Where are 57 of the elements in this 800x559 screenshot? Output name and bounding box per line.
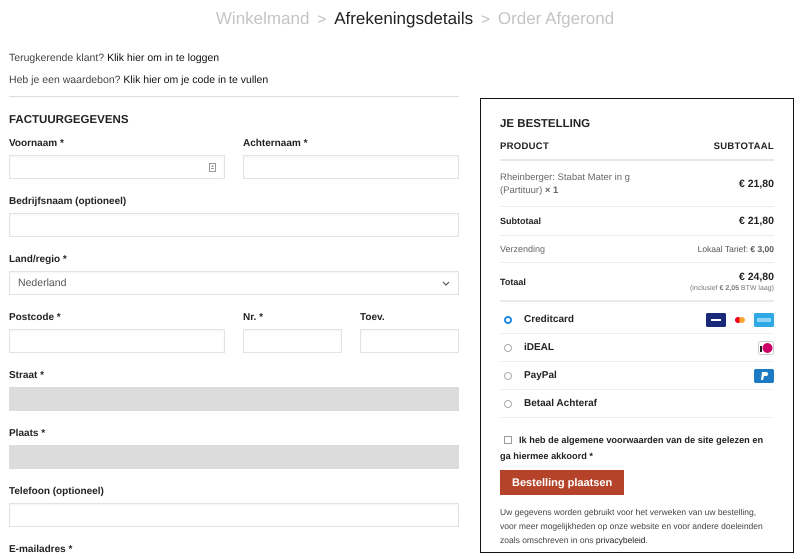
payment-method[interactable]: iDEAL xyxy=(524,342,554,353)
column-header: PRODUCT xyxy=(500,141,550,152)
input-field[interactable] xyxy=(9,503,459,527)
section-heading: FACTUURGEGEVENS xyxy=(9,114,130,126)
field-label: Telefoon (optioneel) xyxy=(9,486,104,497)
notice-text: Heb je een waardebon? Klik hier om je code in te vullen xyxy=(9,74,270,87)
total-label: Verzending xyxy=(500,244,546,254)
place-order-button[interactable]: Bestelling plaatsen xyxy=(500,470,624,495)
radio-button[interactable] xyxy=(504,316,512,324)
radio-button[interactable] xyxy=(504,344,512,352)
total-value: Lokaal Tarief: € 3,00 xyxy=(698,244,774,254)
payment-method[interactable]: Betaal Achteraf xyxy=(524,398,597,409)
checkbox[interactable] xyxy=(504,436,512,444)
step-separator: > xyxy=(481,10,490,28)
payment-method[interactable]: PayPal xyxy=(524,370,557,381)
field-label: Postcode * xyxy=(9,312,61,323)
notice-link[interactable]: Klik hier om je code in te vullen xyxy=(123,74,268,86)
paypal-icon xyxy=(754,368,774,382)
field-label: E-mailadres * xyxy=(9,544,72,555)
total-value: € 24,80 xyxy=(738,271,774,283)
notice-link[interactable]: Klik hier om in te loggen xyxy=(107,52,220,64)
terms-label[interactable]: Ik heb de algemene voorwaarden van de site gelezen en ga hiermee akkoord * xyxy=(500,432,774,464)
field-label: Nr. * xyxy=(243,312,264,323)
input-field[interactable] xyxy=(9,213,459,237)
field-label: Bedrijfsnaam (optioneel) xyxy=(9,196,126,207)
radio-button[interactable] xyxy=(504,372,512,380)
radio-button[interactable] xyxy=(504,400,512,408)
ideal-icon xyxy=(758,340,774,354)
input-field[interactable] xyxy=(243,155,459,179)
input-field[interactable] xyxy=(9,155,225,179)
total-label: Totaal xyxy=(500,276,526,286)
privacy-link[interactable]: privacybeleid xyxy=(596,535,646,545)
contact-card-icon[interactable] xyxy=(209,162,216,172)
payment-method[interactable]: Creditcard xyxy=(524,314,574,325)
card-brand-icon xyxy=(706,312,726,326)
input-field[interactable] xyxy=(360,329,459,353)
input-field[interactable] xyxy=(9,329,225,353)
notice-text: Terugkerende klant? Klik hier om in te loggen xyxy=(9,52,220,65)
total-label: Subtotaal xyxy=(500,216,542,226)
privacy-notice: Uw gegevens worden gebruikt voor het verweken van uw bestelling, voor meer mogelijkheden op onze website en voor andere doeleinden zoals omschreven in ons privacybeleid. xyxy=(500,506,764,547)
input-field[interactable] xyxy=(243,329,342,353)
field-label: Straat * xyxy=(9,370,44,381)
product-price: € 21,80 xyxy=(738,178,774,190)
field-label: Plaats * xyxy=(9,428,46,439)
field-label: Land/regio * xyxy=(9,254,67,265)
checkout-step[interactable]: Afrekeningsdetails xyxy=(334,9,474,29)
total-value: € 21,80 xyxy=(738,215,774,227)
product-name: Rheinberger: Stabat Mater in g (Partituur) × 1 xyxy=(500,171,631,197)
card-brand-icon xyxy=(754,312,774,326)
field-label: Toev. xyxy=(360,312,385,323)
country-select[interactable]: Nederland xyxy=(9,271,459,295)
field-label: Voornaam * xyxy=(9,138,64,149)
field-label: Achternaam * xyxy=(243,138,308,149)
order-heading: JE BESTELLING xyxy=(500,118,592,130)
chevron-down-icon xyxy=(442,280,450,286)
step-separator: > xyxy=(317,10,326,28)
column-header: SUBTOTAAL xyxy=(714,141,774,152)
